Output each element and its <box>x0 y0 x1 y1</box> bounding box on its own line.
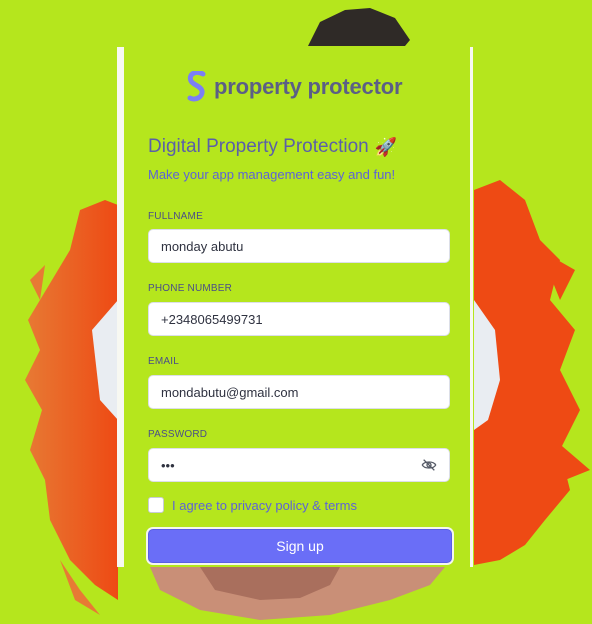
agree-label: I agree to privacy policy & terms <box>172 498 357 513</box>
phone-field[interactable]: +2348065499731 <box>148 302 450 336</box>
brand-name: property protector <box>214 74 403 99</box>
page-title-text: Digital Property Protection <box>148 136 369 157</box>
phone-label: PHONE NUMBER <box>148 283 233 294</box>
brand-s-icon <box>187 71 206 102</box>
password-field[interactable]: ••• <box>148 448 450 482</box>
sign-up-button[interactable]: Sign up <box>148 529 452 563</box>
page-title: Digital Property Protection 🚀 <box>148 136 397 158</box>
agree-checkbox[interactable] <box>148 497 164 513</box>
page-subtitle: Make your app management easy and fun! <box>148 167 396 182</box>
signup-screen: property protector Digital Property Prot… <box>0 0 592 624</box>
rocket-icon: 🚀 <box>374 136 398 157</box>
password-label: PASSWORD <box>148 429 208 440</box>
email-field[interactable]: mondabutu@gmail.com <box>148 375 450 409</box>
signup-card: property protector Digital Property Prot… <box>117 47 473 567</box>
fullname-field[interactable]: monday abutu <box>148 229 450 263</box>
privacy-terms-link[interactable]: privacy policy & terms <box>231 498 357 513</box>
email-label: EMAIL <box>148 356 180 367</box>
brand: property protector <box>186 71 403 103</box>
email-value[interactable]: mondabutu@gmail.com <box>161 385 437 400</box>
eye-off-icon[interactable] <box>421 457 437 473</box>
fullname-label: FULLNAME <box>148 211 203 222</box>
phone-value[interactable]: +2348065499731 <box>161 312 437 327</box>
agree-row: I agree to privacy policy & terms <box>148 497 357 513</box>
agree-prefix: I agree to <box>172 497 231 513</box>
fullname-value[interactable]: monday abutu <box>161 239 437 254</box>
password-value[interactable]: ••• <box>161 458 421 473</box>
